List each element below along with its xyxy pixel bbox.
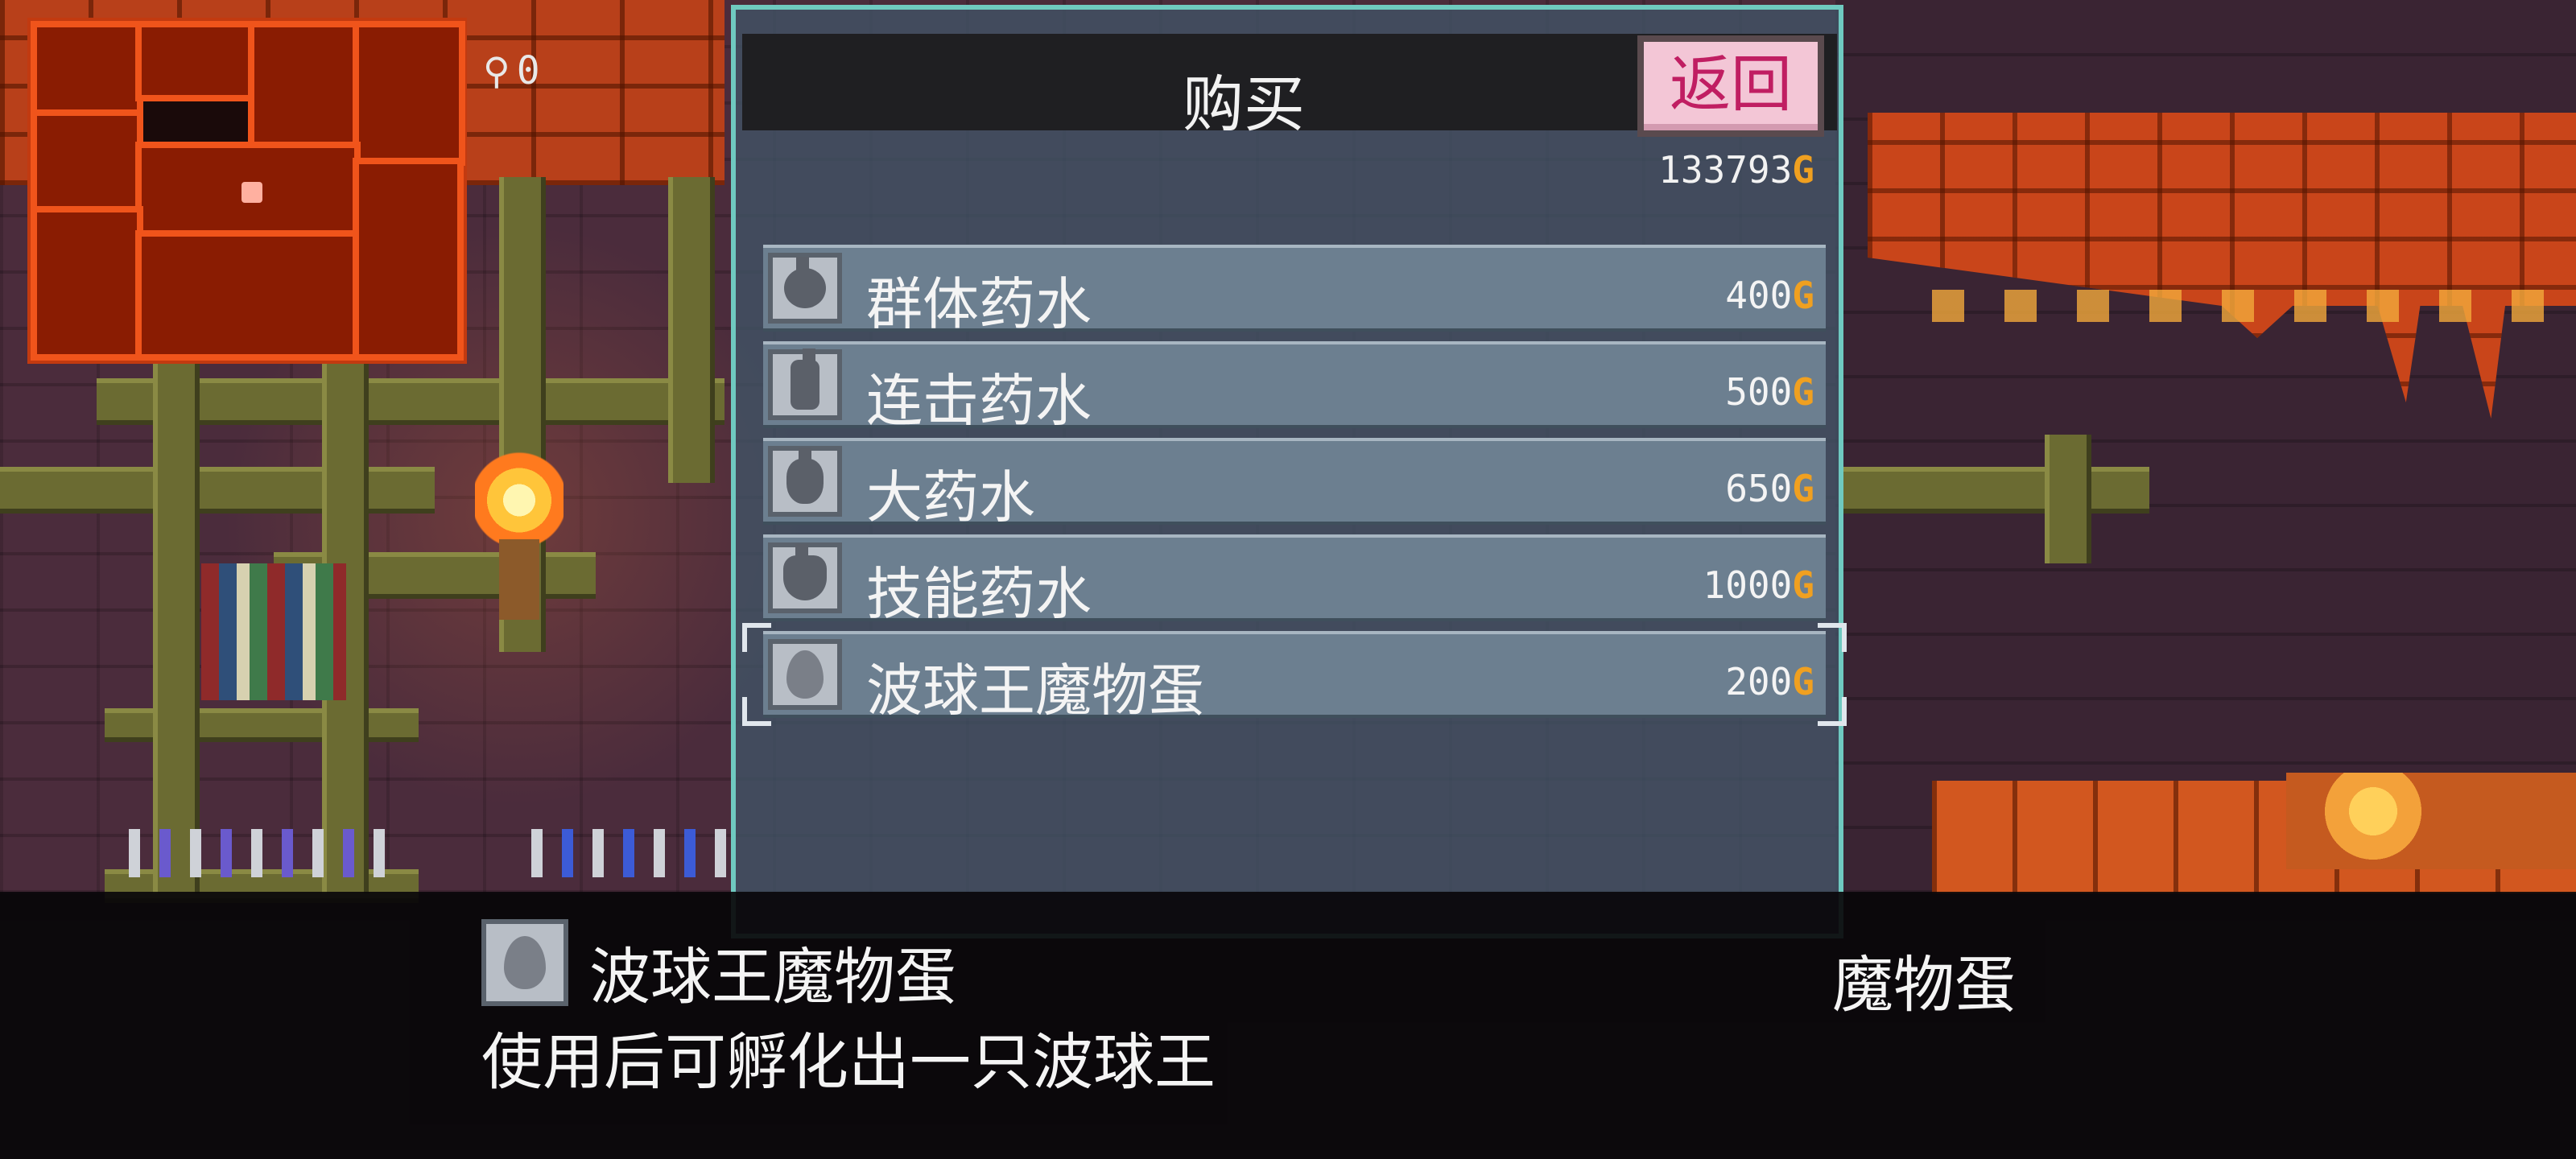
minimap-room — [135, 230, 361, 361]
bottle-row — [129, 829, 394, 877]
selection-corner — [1818, 623, 1847, 652]
key-counter: ⚲ 0 — [483, 48, 540, 93]
item-name: 大药水 — [866, 464, 1035, 530]
bottle-row — [531, 829, 733, 877]
potion-tall-icon — [768, 349, 842, 420]
item-name: 群体药水 — [866, 271, 1092, 337]
potion-large-icon — [768, 446, 842, 517]
gold-amount: 133793 — [1658, 148, 1793, 192]
wooden-beam — [1843, 467, 2149, 514]
book-stack — [201, 563, 346, 700]
lava-pool — [2286, 773, 2576, 869]
shop-title: 购买 — [1183, 68, 1305, 140]
shop-panel: 购买 返回 133793G 群体药水 400G 连击药水 500G 大药水 65… — [731, 5, 1847, 938]
item-price: 500G — [1725, 370, 1814, 414]
torch — [499, 539, 539, 620]
minimap-room — [353, 21, 465, 166]
wooden-post — [668, 177, 715, 483]
description-category: 魔物蛋 — [1832, 949, 2016, 1021]
monster-egg-icon — [768, 639, 842, 710]
item-price: 650G — [1725, 467, 1814, 510]
shop-item[interactable]: 技能药水 1000G — [763, 534, 1826, 627]
minimap-room — [248, 21, 361, 150]
wooden-post — [153, 354, 200, 893]
shop-item-selected[interactable]: 波球王魔物蛋 200G — [742, 623, 1847, 726]
selection-corner — [742, 697, 771, 726]
back-button[interactable]: 返回 — [1637, 35, 1824, 137]
minimap-room — [31, 109, 143, 214]
torch-flame — [475, 443, 564, 547]
selection-corner — [1818, 697, 1847, 726]
item-description-panel: 波球王魔物蛋 使用后可孵化出一只波球王 魔物蛋 — [0, 892, 2576, 1159]
wooden-shelf — [105, 708, 419, 742]
wooden-beam — [0, 467, 435, 514]
minimap-room — [135, 21, 256, 101]
item-name: 技能药水 — [866, 561, 1092, 627]
potion-round-icon — [768, 253, 842, 324]
description-text: 使用后可孵化出一只波球王 — [481, 1026, 1216, 1098]
minimap — [27, 18, 467, 364]
minimap-player-marker — [242, 182, 262, 203]
potion-skill-icon — [768, 542, 842, 613]
monster-egg-icon — [481, 919, 568, 1006]
shop-item[interactable]: 连击药水 500G — [763, 341, 1826, 434]
minimap-room — [353, 158, 464, 361]
selection-corner — [742, 623, 771, 652]
shop-item[interactable]: 群体药水 400G — [763, 245, 1826, 337]
item-name: 连击药水 — [866, 368, 1092, 434]
wooden-post — [2045, 435, 2091, 563]
key-count: 0 — [516, 48, 540, 93]
item-price: 200G — [1725, 660, 1814, 703]
key-icon: ⚲ — [483, 49, 510, 93]
currency-symbol: G — [1792, 148, 1814, 192]
item-price: 400G — [1725, 274, 1814, 317]
minimap-room — [31, 21, 143, 118]
shop-item-list: 群体药水 400G 连击药水 500G 大药水 650G 技能药水 1000G … — [742, 245, 1847, 728]
shop-item[interactable]: 大药水 650G — [763, 438, 1826, 530]
item-name: 波球王魔物蛋 — [866, 658, 1204, 724]
item-price: 1000G — [1703, 563, 1814, 607]
lava-glow — [1932, 290, 2576, 322]
description-item-name: 波球王魔物蛋 — [589, 941, 956, 1013]
gold-total: 133793G — [1658, 148, 1814, 192]
minimap-room — [31, 206, 143, 361]
